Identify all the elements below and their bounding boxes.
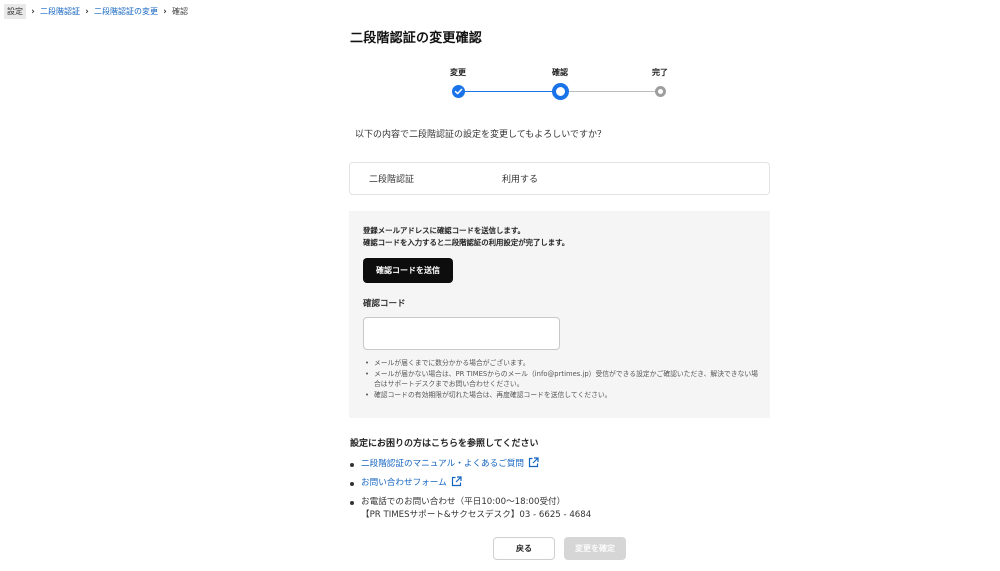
current-step-indicator — [551, 83, 569, 100]
step-label: 変更 — [450, 68, 466, 77]
phone-hours: お電話でのお問い合わせ（平日10:00〜18:00受付） — [361, 497, 566, 507]
help-item-form: お問い合わせフォーム — [349, 475, 591, 494]
verification-panel: 登録メールアドレスに確認コードを送信します。 確認コードを入力すると二段階認証の… — [349, 211, 770, 418]
help-title: 設定にお困りの方はこちらを参照してください — [350, 439, 539, 449]
step-label: 確認 — [552, 68, 568, 77]
note-item: メールが届かない場合は、PR TIMESからのメール（info@prtimes.… — [363, 369, 758, 390]
breadcrumb-two-factor-change[interactable]: 二段階認証の変更 — [94, 6, 158, 17]
note-item: 確認コードの有効期限が切れた場合は、再度確認コードを送信してください。 — [363, 390, 758, 401]
step-confirm: 確認 — [530, 66, 590, 100]
manual-faq-link[interactable]: 二段階認証のマニュアル・よくあるご質問 — [361, 459, 524, 469]
breadcrumb-settings[interactable]: 設定 — [4, 4, 26, 19]
page-title: 二段階認証の変更確認 — [350, 31, 483, 46]
confirmation-question: 以下の内容で二段階認証の設定を変更してもよろしいですか？ — [355, 130, 607, 140]
chevron-right-icon: › — [163, 6, 167, 17]
progress-stepper: 変更 確認 完了 — [430, 66, 690, 106]
verification-description: 登録メールアドレスに確認コードを送信します。 確認コードを入力すると二段階認証の… — [363, 225, 569, 249]
contact-form-link[interactable]: お問い合わせフォーム — [361, 478, 447, 488]
chevron-right-icon: › — [31, 6, 35, 17]
help-item-manual: 二段階認証のマニュアル・よくあるご質問 — [349, 456, 591, 475]
breadcrumb-current: 確認 — [172, 7, 188, 16]
description-line: 登録メールアドレスに確認コードを送信します。 — [363, 226, 525, 235]
step-change: 変更 — [428, 66, 488, 98]
external-link-icon[interactable] — [528, 457, 539, 475]
note-item: メールが届くまでに数分かかる場合がございます。 — [363, 358, 758, 369]
pending-step-indicator — [654, 86, 666, 97]
code-label: 確認コード — [363, 299, 406, 309]
step-complete: 完了 — [630, 66, 690, 97]
external-link-icon[interactable] — [451, 476, 462, 494]
step-label: 完了 — [652, 68, 668, 77]
verification-code-input[interactable] — [363, 317, 560, 350]
description-line: 確認コードを入力すると二段階認証の利用設定が完了します。 — [363, 238, 570, 247]
notes-list: メールが届くまでに数分かかる場合がございます。 メールが届かない場合は、PR T… — [363, 358, 758, 400]
breadcrumb-two-factor[interactable]: 二段階認証 — [40, 6, 80, 17]
breadcrumb: 設定 › 二段階認証 › 二段階認証の変更 › 確認 — [4, 4, 188, 19]
back-button[interactable]: 戻る — [493, 537, 555, 560]
summary-value: 利用する — [502, 175, 539, 185]
help-item-phone: お電話でのお問い合わせ（平日10:00〜18:00受付） 【PR TIMESサポ… — [349, 494, 591, 522]
send-code-button[interactable]: 確認コードを送信 — [363, 258, 453, 283]
chevron-right-icon: › — [85, 6, 89, 17]
summary-key: 二段階認証 — [369, 175, 415, 185]
check-icon — [451, 85, 465, 98]
settings-summary: 二段階認証 利用する — [349, 162, 770, 195]
phone-number: 【PR TIMESサポート&サクセスデスク】03 - 6625 - 4684 — [361, 510, 592, 520]
help-list: 二段階認証のマニュアル・よくあるご質問 お問い合わせフォーム お電話でのお問い合… — [349, 456, 591, 522]
confirm-change-button[interactable]: 変更を確定 — [564, 537, 626, 560]
